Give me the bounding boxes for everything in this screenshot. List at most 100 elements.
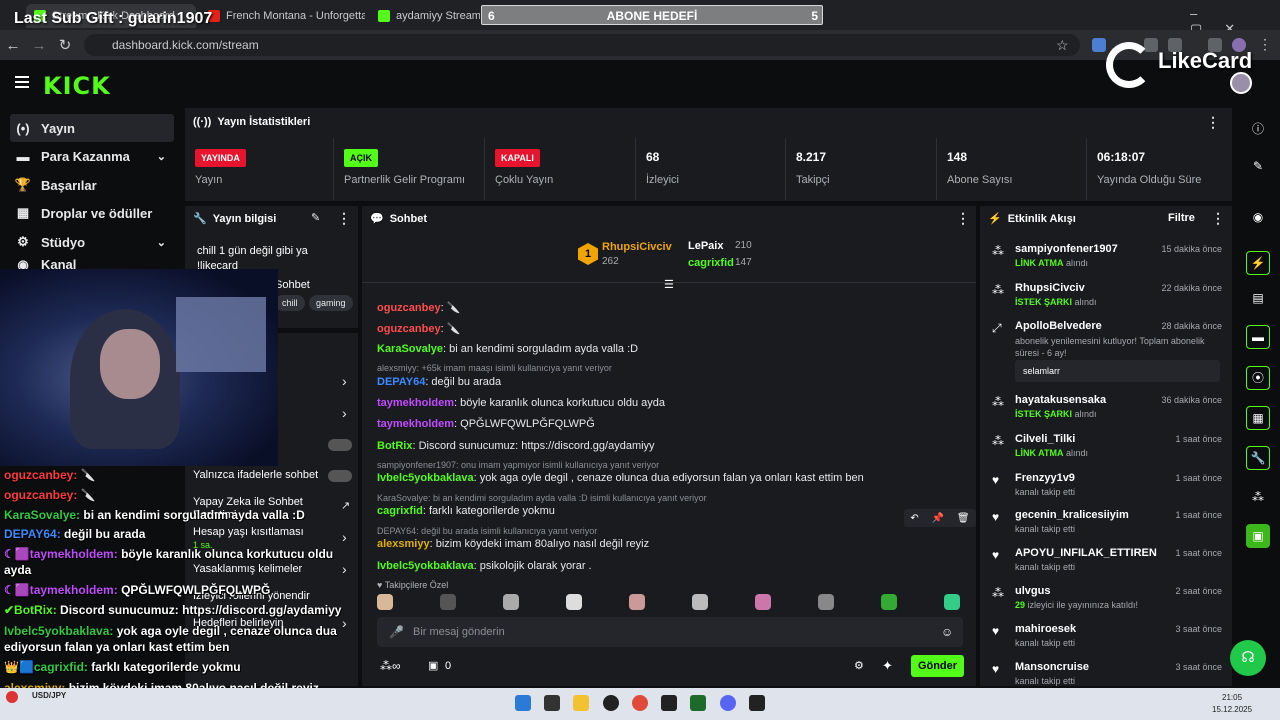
reload-icon[interactable]: ↻ <box>52 36 78 54</box>
emote-icon[interactable] <box>566 594 582 610</box>
wrench-icon[interactable]: 🔧 <box>1246 446 1270 470</box>
kick-app-icon[interactable] <box>690 695 706 711</box>
activity-item[interactable]: ⁂ ulvgus 2 saat önce 29 izleyici ile yayını… <box>992 585 1222 615</box>
camera-icon[interactable]: ◉ <box>1250 210 1266 226</box>
top-gifter-name[interactable]: LePaix <box>688 240 723 252</box>
reply-icon[interactable]: ↶ <box>910 513 918 524</box>
chat-username[interactable]: oguzcanbey <box>377 302 441 314</box>
windows-start-icon[interactable] <box>515 695 531 711</box>
edit-pencil-icon[interactable]: ✎ <box>311 211 320 224</box>
file-explorer-icon[interactable] <box>573 695 589 711</box>
emote-icon[interactable] <box>440 594 456 610</box>
activity-item[interactable]: ♥ Mansoncruise 3 saat önce kanalı takip ett… <box>992 661 1222 691</box>
activity-item[interactable]: ⤢ ApolloBelvedere 28 dakika önce abonelik y… <box>992 320 1222 382</box>
document-icon[interactable]: ▤ <box>1250 291 1266 307</box>
more-options-icon[interactable]: ⋮ <box>337 210 351 227</box>
chat-username[interactable]: Ivbelc5yokbaklava <box>377 560 474 572</box>
app-icon[interactable]: ▣ <box>1246 524 1270 548</box>
chat-message[interactable]: oguzcanbey: 🔪 <box>377 322 460 335</box>
chat-message[interactable]: DEPAY64: değil bu arada <box>377 376 501 388</box>
sidebar-item-studyo[interactable]: ⚙ Stüdyo ⌄ <box>10 228 174 256</box>
chat-message[interactable]: alexsmiyy: bizim köydeki imam 80alıyo na… <box>377 538 649 550</box>
activity-item[interactable]: ♥ mahiroesek 3 saat önce kanalı takip etti <box>992 623 1222 653</box>
chevron-right-icon[interactable]: › <box>342 529 347 545</box>
top-gifter-name[interactable]: cagrixfid <box>688 257 734 269</box>
forward-icon[interactable]: → <box>26 37 52 54</box>
chat-message[interactable]: Ivbelc5yokbaklava: psikolojik olarak yor… <box>377 560 592 572</box>
kick-logo[interactable]: KICK <box>43 72 111 100</box>
toggle-switch[interactable] <box>328 470 352 482</box>
chat-message[interactable]: oguzcanbey: 🔪 <box>377 301 460 314</box>
sidebar-item-para-kazanma[interactable]: ▬ Para Kazanma ⌄ <box>10 142 174 170</box>
back-icon[interactable]: ← <box>0 37 26 54</box>
activity-item[interactable]: ♥ gecenin_kralicesiiyim 1 saat önce kanalı … <box>992 509 1222 539</box>
chat-message[interactable]: taymekholdem: QPĞLWFQWLPĞFQLWPĞ <box>377 418 595 430</box>
emote-icon[interactable] <box>818 594 834 610</box>
emote-icon[interactable] <box>629 594 645 610</box>
sidebar-item-droplar[interactable]: ▦ Droplar ve ödüller <box>10 199 174 227</box>
store-icon[interactable]: ▣ <box>428 659 438 672</box>
extension-icon[interactable] <box>1092 38 1106 52</box>
more-options-icon[interactable]: ⋮ <box>1206 114 1220 131</box>
chevron-right-icon[interactable]: › <box>342 615 347 631</box>
layout-icon[interactable]: ▦ <box>1246 406 1270 430</box>
sidebar-item-kanal[interactable]: ◉ Kanal <box>10 257 174 269</box>
hamburger-menu-icon[interactable] <box>15 76 29 88</box>
task-view-icon[interactable] <box>544 695 560 711</box>
chat-message[interactable]: taymekholdem: böyle karanlık olunca kork… <box>377 397 665 409</box>
send-button[interactable]: Gönder <box>911 655 964 677</box>
chat-username[interactable]: oguzcanbey <box>377 323 441 335</box>
more-options-icon[interactable]: ⋮ <box>956 210 970 227</box>
points-icon[interactable]: ⁂ <box>1250 490 1266 506</box>
delete-icon[interactable]: 🗑 <box>957 513 970 524</box>
tag-gaming[interactable]: gaming <box>309 295 353 311</box>
more-options-icon[interactable]: ⋮ <box>1211 210 1225 227</box>
top-gifter-name[interactable]: RhupsiCivciv <box>602 241 672 253</box>
chat-username[interactable]: Ivbelc5yokbaklava <box>377 472 474 484</box>
tab-kick-watch[interactable]: aydamiyy Stream - Watch <box>370 4 480 28</box>
chat-message[interactable]: Ivbelc5yokbaklava: yok aga oyle degil , … <box>377 472 864 484</box>
discord-icon[interactable] <box>720 695 736 711</box>
emote-icon[interactable] <box>881 594 897 610</box>
tab-youtube[interactable]: French Montana - Unforgettable <box>200 4 365 28</box>
chevron-right-icon[interactable]: › <box>342 405 347 421</box>
address-bar[interactable]: dashboard.kick.com/stream <box>84 34 1080 56</box>
chat-message[interactable]: KaraSovalye: bi an kendimi sorguladım ay… <box>377 343 638 355</box>
user-avatar[interactable] <box>1230 72 1252 94</box>
activity-item[interactable]: ⁂ sampiyonfener1907 15 dakika önce LİNK ATM… <box>992 243 1222 273</box>
sidebar-item-basarilar[interactable]: 🏆 Başarılar <box>10 171 174 199</box>
obs-icon[interactable] <box>603 695 619 711</box>
activity-item[interactable]: ⁂ Cilveli_Tilki 1 saat önce LİNK ATMA alınd… <box>992 433 1222 463</box>
chat-username[interactable]: taymekholdem <box>377 418 454 430</box>
toggle-switch[interactable] <box>328 439 352 451</box>
chat-username[interactable]: DEPAY64 <box>377 376 425 388</box>
emote-icon[interactable] <box>377 594 393 610</box>
info-icon[interactable]: ⓘ <box>1250 120 1266 136</box>
puzzle-icon[interactable]: ✦ <box>882 658 893 674</box>
lightning-icon[interactable]: ⚡ <box>1246 251 1270 275</box>
external-link-icon[interactable]: ↗ <box>341 499 350 512</box>
microphone-icon[interactable]: 🎤 <box>389 625 404 639</box>
chat-username[interactable]: BotRix <box>377 440 412 452</box>
activity-item[interactable]: ⁂ RhupsiCivciv 22 dakika önce İSTEK ŞARKI a… <box>992 282 1222 312</box>
chevron-right-icon[interactable]: › <box>342 561 347 577</box>
chat-username[interactable]: alexsmiyy <box>377 538 430 550</box>
emoji-icon[interactable]: ☺ <box>941 625 953 639</box>
browser-menu-icon[interactable]: ⋮ <box>1258 36 1272 53</box>
chat-message[interactable]: cagrixfid: farklı kategorilerde yokmu <box>377 505 555 517</box>
app-g-icon[interactable] <box>661 695 677 711</box>
pin-icon[interactable]: 📌 <box>932 513 944 524</box>
activity-item[interactable]: ⁂ hayatakusensaka 36 dakika önce İSTEK ŞARK… <box>992 394 1222 424</box>
chat-bubble-icon[interactable]: ▬ <box>1246 325 1270 349</box>
settings-gear-icon[interactable]: ⚙ <box>854 659 864 672</box>
emote-icon[interactable] <box>503 594 519 610</box>
collapse-icon[interactable]: ☰ <box>664 278 674 291</box>
activity-item[interactable]: ♥ Frenzyy1v9 1 saat önce kanalı takip etti <box>992 472 1222 502</box>
emote-icon[interactable] <box>944 594 960 610</box>
chat-message[interactable]: BotRix: Discord sunucumuz: https://disco… <box>377 440 655 452</box>
pencil-icon[interactable]: ✎ <box>1250 159 1266 175</box>
chat-username[interactable]: cagrixfid <box>377 505 423 517</box>
chat-username[interactable]: taymekholdem <box>377 397 454 409</box>
points-icon[interactable]: ⁂∞ <box>380 659 401 673</box>
emote-icon[interactable] <box>755 594 771 610</box>
